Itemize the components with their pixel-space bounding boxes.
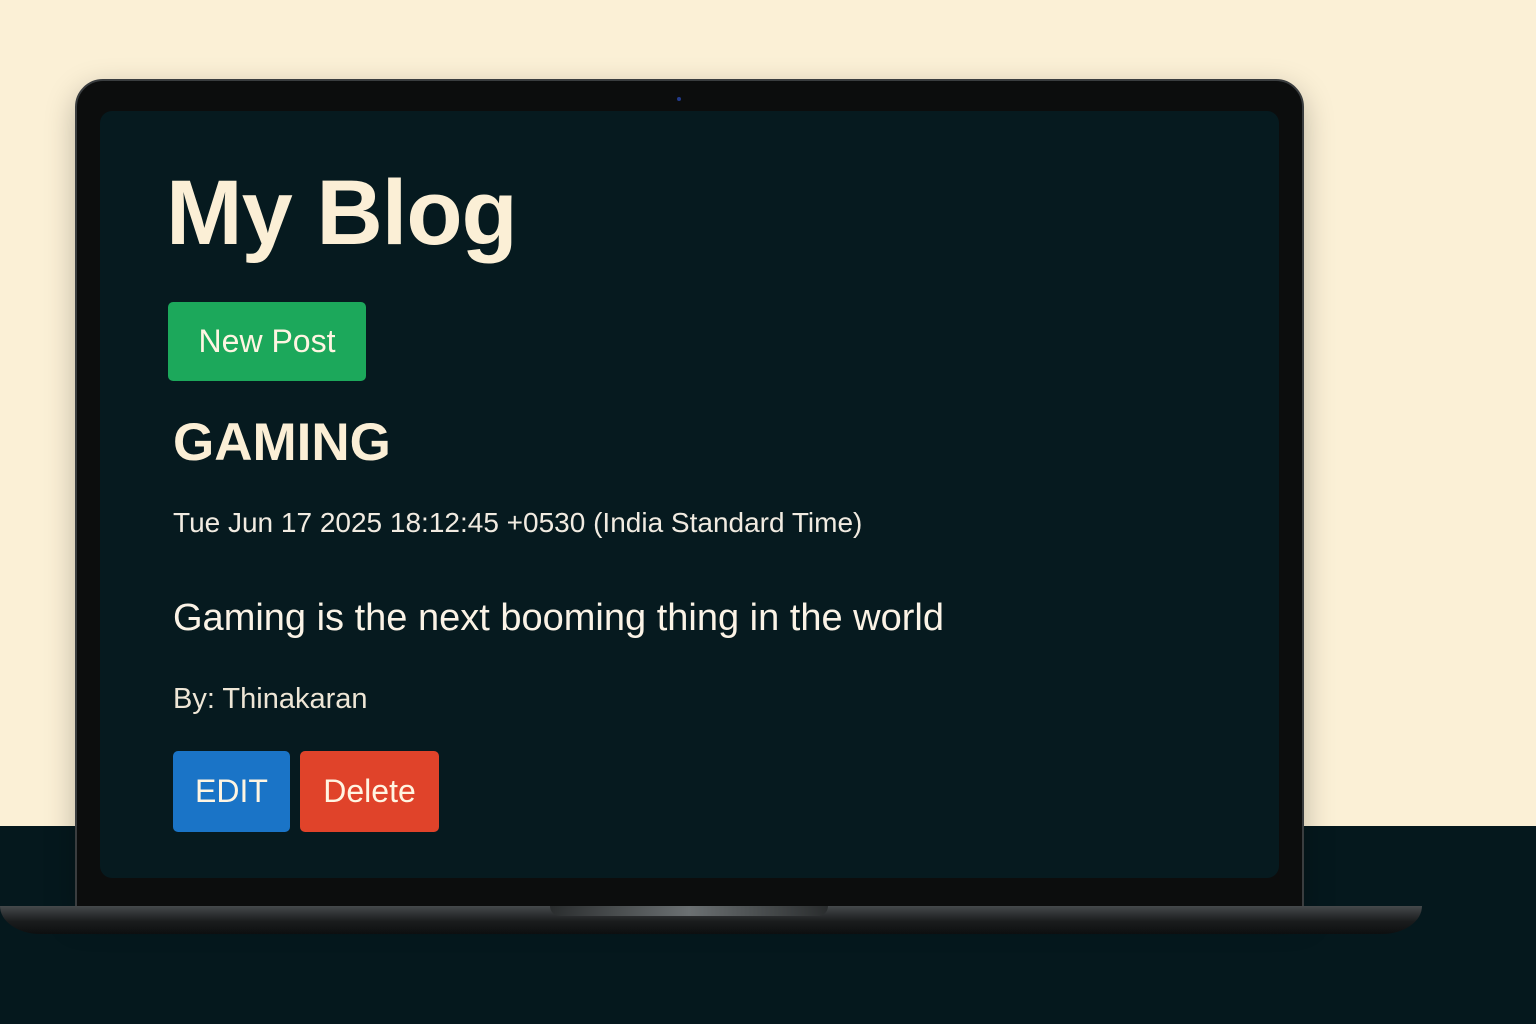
- laptop-base: [0, 906, 1422, 934]
- browser-screen: My Blog New Post GAMING Tue Jun 17 2025 …: [100, 111, 1279, 878]
- delete-button[interactable]: Delete: [300, 751, 439, 832]
- scene: My Blog New Post GAMING Tue Jun 17 2025 …: [0, 0, 1536, 1024]
- webcam: [677, 97, 681, 101]
- post-date: Tue Jun 17 2025 18:12:45 +0530 (India St…: [173, 507, 863, 538]
- laptop-lid: My Blog New Post GAMING Tue Jun 17 2025 …: [75, 79, 1304, 911]
- page-title: My Blog: [166, 162, 518, 264]
- edit-button[interactable]: EDIT: [173, 751, 290, 832]
- blog-post: GAMING Tue Jun 17 2025 18:12:45 +0530 (I…: [173, 411, 1173, 715]
- laptop-hinge-notch: [550, 906, 828, 916]
- new-post-button[interactable]: New Post: [168, 302, 366, 381]
- post-content: Gaming is the next booming thing in the …: [173, 597, 944, 639]
- post-title: GAMING: [173, 413, 391, 472]
- post-author: By: Thinakaran: [173, 683, 368, 715]
